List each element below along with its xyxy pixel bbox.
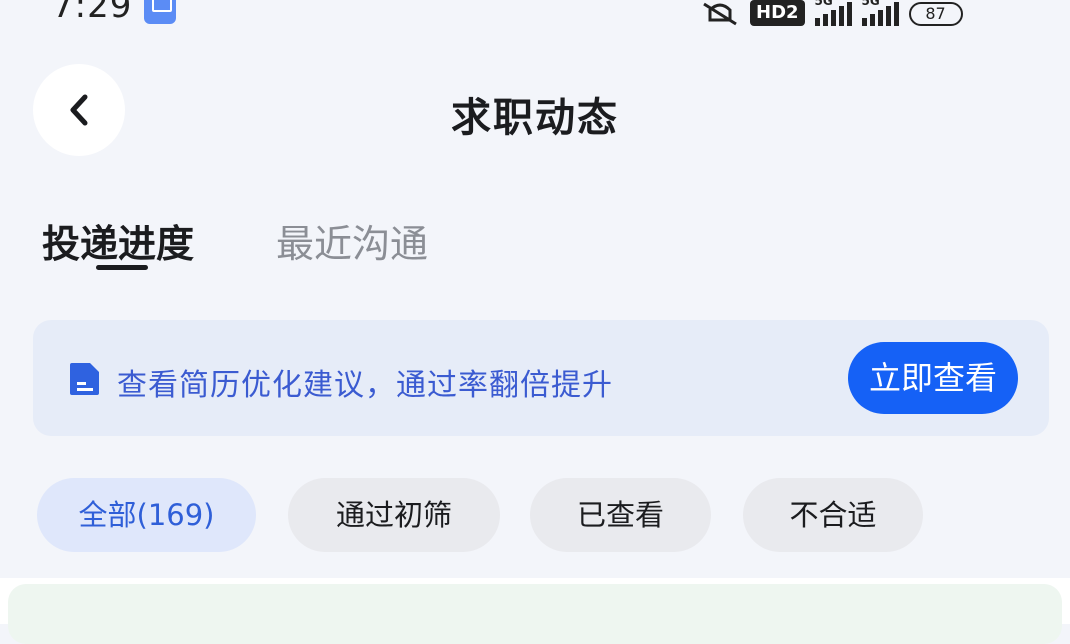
view-now-button[interactable]: 立即查看 [848,342,1018,414]
signal-icon: 5G [814,0,852,26]
tab-recent-chats[interactable]: 最近沟通 [276,213,428,268]
battery-indicator: 87 [908,2,963,26]
status-icons: HD2 5G 5G 87 [700,0,963,26]
page-title: 求职动态 [451,95,619,141]
signal-network-label: 5G [814,0,833,8]
filter-chip-passed-screening[interactable]: 通过初筛 [288,478,500,552]
signal-icon: 5G [861,0,899,26]
signal-network-label: 5G [861,0,880,8]
app-notification-icon [144,0,176,24]
status-time: 7:29 [52,0,133,26]
document-icon [70,363,99,395]
banner-text: 查看简历优化建议，通过率翻倍提升 [117,368,613,403]
tab-active-indicator [96,265,148,270]
mute-icon [700,0,740,26]
filter-chip-unsuitable[interactable]: 不合适 [743,478,923,552]
filter-chip-viewed[interactable]: 已查看 [530,478,711,552]
list-item[interactable] [8,584,1062,644]
hd-voice-icon: HD2 [750,0,805,26]
tab-delivery-progress[interactable]: 投递进度 [42,213,194,268]
filter-chip-all[interactable]: 全部(169) [37,478,256,552]
